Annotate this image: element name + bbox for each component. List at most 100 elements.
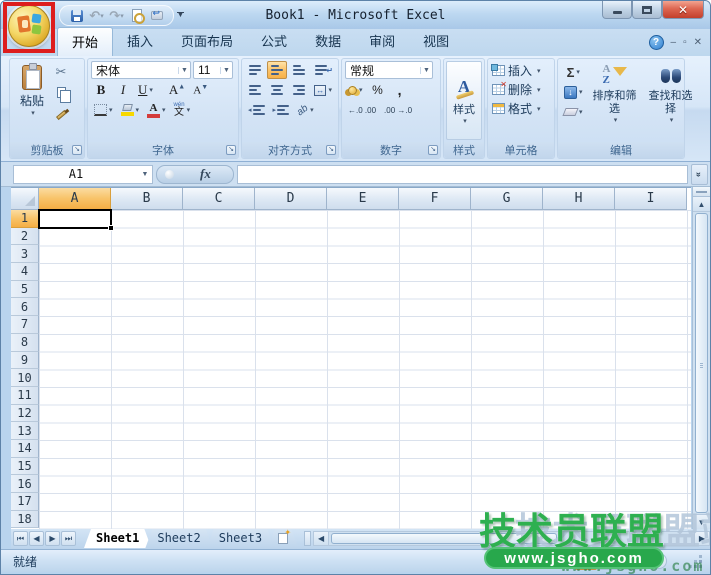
cut-button[interactable]: ✂ <box>51 63 71 81</box>
shrink-font-button[interactable]: A▼ <box>190 81 211 99</box>
scroll-right-button[interactable]: ▶ <box>694 531 710 546</box>
column-header[interactable]: D <box>255 188 327 210</box>
redo-button[interactable]: ↷▾ <box>108 7 125 24</box>
merge-center-button[interactable]: ↔ <box>311 81 335 99</box>
name-box[interactable]: A1 ▼ <box>13 165 153 184</box>
row-header[interactable]: 16 <box>11 475 39 493</box>
italic-button[interactable]: I <box>113 81 133 99</box>
font-size-combo[interactable]: 11▼ <box>193 61 233 79</box>
column-header[interactable]: B <box>111 188 183 210</box>
tab-split-handle[interactable] <box>304 531 311 546</box>
column-header[interactable]: E <box>327 188 399 210</box>
column-header[interactable]: A <box>39 188 111 210</box>
scroll-up-button[interactable]: ▲ <box>693 197 710 212</box>
copy-button[interactable] <box>51 83 71 101</box>
row-header[interactable]: 14 <box>11 440 39 458</box>
sheet-tab[interactable]: Sheet1 <box>84 529 151 548</box>
ribbon-tab[interactable]: 审阅 <box>355 27 409 56</box>
row-header[interactable]: 3 <box>11 245 39 263</box>
help-button[interactable]: ? <box>649 35 664 50</box>
decrease-indent-button[interactable]: ◂ <box>245 101 268 119</box>
zoom-in-button[interactable]: + <box>651 553 667 569</box>
workbook-minimize-button[interactable]: – <box>671 38 677 48</box>
styles-button[interactable]: A 样式 <box>446 61 482 140</box>
save-button[interactable] <box>68 7 85 24</box>
first-sheet-button[interactable]: ⏮ <box>13 531 28 546</box>
row-header[interactable]: 8 <box>11 334 39 352</box>
align-bottom-button[interactable] <box>289 61 309 79</box>
select-all-corner[interactable] <box>11 188 39 210</box>
vertical-scroll-thumb[interactable] <box>695 213 708 513</box>
phonetic-guide-button[interactable]: wén文 <box>171 101 194 119</box>
scroll-left-button[interactable]: ◀ <box>313 531 329 546</box>
underline-button[interactable]: U <box>135 81 156 99</box>
undo-button[interactable]: ↶▾ <box>88 7 105 24</box>
grow-font-button[interactable]: A▲ <box>166 81 188 99</box>
find-select-button[interactable]: 查找和选择 <box>644 61 698 140</box>
split-box[interactable] <box>693 187 710 197</box>
column-header[interactable]: H <box>543 188 615 210</box>
row-header[interactable]: 12 <box>11 405 39 423</box>
qat-customize-button[interactable]: ▼ <box>177 12 184 18</box>
workbook-restore-button[interactable]: ▫ <box>683 38 687 48</box>
ribbon-tab[interactable]: 数据 <box>301 27 355 56</box>
quick-command-button[interactable] <box>148 7 165 24</box>
row-header[interactable]: 1 <box>11 210 39 228</box>
last-sheet-button[interactable]: ⏭ <box>61 531 76 546</box>
align-middle-button[interactable] <box>267 61 287 79</box>
number-format-combo[interactable]: 常规▼ <box>345 61 433 79</box>
horizontal-scroll-thumb[interactable] <box>331 533 557 544</box>
font-name-combo[interactable]: 宋体▼ <box>91 61 191 79</box>
font-color-button[interactable]: A <box>144 101 169 119</box>
delete-cells-button[interactable]: 删除 <box>491 80 551 99</box>
row-header[interactable]: 9 <box>11 352 39 370</box>
row-header[interactable]: 13 <box>11 422 39 440</box>
orientation-button[interactable]: ab <box>294 101 317 119</box>
clipboard-dialog-launcher[interactable]: ↘ <box>72 145 82 155</box>
sheet-tab[interactable]: Sheet3 <box>207 529 274 548</box>
resize-grip[interactable] <box>689 555 702 568</box>
fill-handle[interactable] <box>108 225 114 231</box>
row-header[interactable]: 2 <box>11 228 39 246</box>
row-header[interactable]: 17 <box>11 493 39 511</box>
insert-cells-button[interactable]: 插入 <box>491 61 551 80</box>
close-button[interactable]: ✕ <box>662 1 704 19</box>
row-header[interactable]: 7 <box>11 316 39 334</box>
fill-color-button[interactable] <box>118 101 143 119</box>
clear-button[interactable] <box>561 103 586 121</box>
alignment-dialog-launcher[interactable]: ↘ <box>326 145 336 155</box>
percent-style-button[interactable]: % <box>368 81 388 99</box>
ribbon-tab[interactable]: 页面布局 <box>167 27 247 56</box>
scroll-down-button[interactable]: ▼ <box>693 514 710 529</box>
row-header[interactable]: 10 <box>11 369 39 387</box>
align-top-button[interactable] <box>245 61 265 79</box>
insert-function-button[interactable]: fx <box>156 165 234 184</box>
align-center-button[interactable] <box>267 81 287 99</box>
maximize-button[interactable] <box>632 1 662 19</box>
decrease-decimal-button[interactable]: .00 →.0 <box>381 101 415 119</box>
format-cells-button[interactable]: 格式 <box>491 99 551 118</box>
borders-button[interactable] <box>91 101 116 119</box>
column-header[interactable]: G <box>471 188 543 210</box>
fill-button[interactable]: ↓ <box>561 83 586 101</box>
row-header[interactable]: 5 <box>11 281 39 299</box>
row-header[interactable]: 6 <box>11 298 39 316</box>
formula-input[interactable] <box>237 165 688 184</box>
workbook-close-button[interactable]: ✕ <box>694 38 702 48</box>
autosum-button[interactable]: Σ <box>561 63 586 81</box>
page-break-view-button[interactable] <box>621 553 643 570</box>
next-sheet-button[interactable]: ▶ <box>45 531 60 546</box>
align-right-button[interactable] <box>289 81 309 99</box>
align-left-button[interactable] <box>245 81 265 99</box>
active-cell-A1[interactable] <box>38 209 112 229</box>
sort-filter-button[interactable]: AZ 排序和筛选 <box>588 61 642 140</box>
wrap-text-button[interactable]: ↵ <box>311 61 331 79</box>
minimize-button[interactable] <box>602 1 632 19</box>
row-header[interactable]: 11 <box>11 387 39 405</box>
expand-formula-bar-button[interactable]: » <box>691 164 708 185</box>
normal-view-button[interactable] <box>575 553 597 570</box>
prev-sheet-button[interactable]: ◀ <box>29 531 44 546</box>
bold-button[interactable]: B <box>91 81 111 99</box>
print-preview-button[interactable] <box>128 7 145 24</box>
sheet-tab[interactable]: Sheet2 <box>145 529 212 548</box>
